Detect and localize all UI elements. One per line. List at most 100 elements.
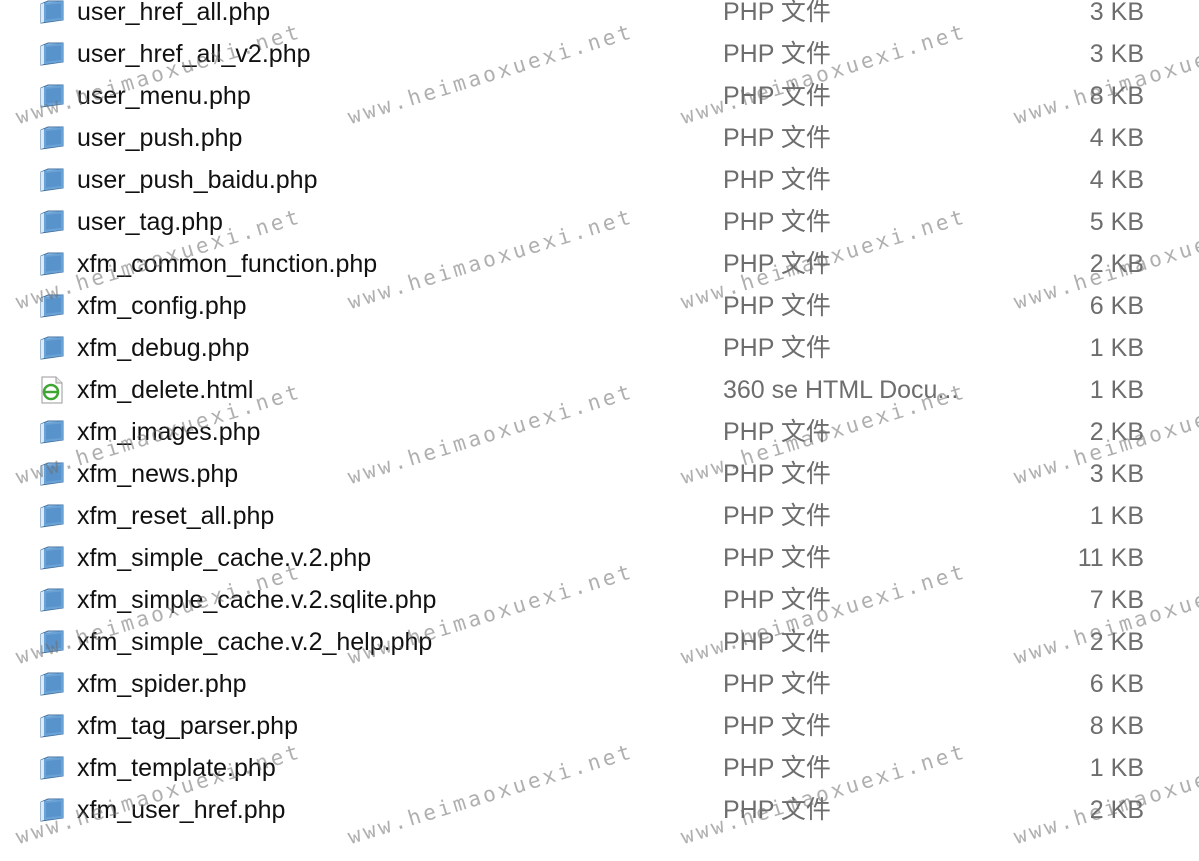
file-name: user_href_all_v2.php	[77, 40, 311, 68]
file-row[interactable]: user_menu.php PHP 文件 8 KB	[0, 75, 1199, 117]
file-type: PHP 文件	[723, 754, 831, 782]
file-size: 1 KB	[1089, 502, 1144, 530]
php-file-icon	[38, 126, 66, 150]
file-name: xfm_tag_parser.php	[77, 712, 298, 740]
file-row[interactable]: xfm_config.php PHP 文件 6 KB	[0, 285, 1199, 327]
file-row[interactable]: xfm_spider.php PHP 文件 6 KB	[0, 663, 1199, 705]
file-size: 6 KB	[1089, 292, 1144, 320]
php-file-icon	[38, 0, 66, 24]
file-row[interactable]: user_push.php PHP 文件 4 KB	[0, 117, 1199, 159]
file-name: xfm_simple_cache.v.2_help.php	[77, 628, 433, 656]
file-size: 8 KB	[1089, 712, 1144, 740]
file-name: xfm_user_href.php	[77, 796, 286, 824]
file-name: xfm_common_function.php	[77, 250, 378, 278]
php-file-icon	[38, 210, 66, 234]
file-name: xfm_simple_cache.v.2.php	[77, 544, 372, 572]
file-type: PHP 文件	[723, 292, 831, 320]
file-name: user_push_baidu.php	[77, 166, 318, 194]
file-name: xfm_images.php	[77, 418, 261, 446]
file-name: xfm_template.php	[77, 754, 276, 782]
file-size: 2 KB	[1089, 418, 1144, 446]
file-row[interactable]: xfm_template.php PHP 文件 1 KB	[0, 747, 1199, 789]
php-file-icon	[38, 252, 66, 276]
file-size: 1 KB	[1089, 376, 1144, 404]
file-row[interactable]: user_push_baidu.php PHP 文件 4 KB	[0, 159, 1199, 201]
file-row[interactable]: user_tag.php PHP 文件 5 KB	[0, 201, 1199, 243]
file-size: 2 KB	[1089, 796, 1144, 824]
file-row[interactable]: xfm_user_href.php PHP 文件 2 KB	[0, 789, 1199, 831]
file-type: PHP 文件	[723, 502, 831, 530]
file-name: xfm_news.php	[77, 460, 239, 488]
file-name: xfm_spider.php	[77, 670, 247, 698]
file-size: 2 KB	[1089, 628, 1144, 656]
file-size: 3 KB	[1089, 0, 1144, 26]
php-file-icon	[38, 336, 66, 360]
file-size: 1 KB	[1089, 334, 1144, 362]
file-type: PHP 文件	[723, 334, 831, 362]
file-size: 3 KB	[1089, 40, 1144, 68]
php-file-icon	[38, 588, 66, 612]
file-name: user_href_all.php	[77, 0, 271, 26]
file-name: user_push.php	[77, 124, 243, 152]
file-type: PHP 文件	[723, 208, 831, 236]
html-file-icon	[38, 376, 66, 404]
file-type: PHP 文件	[723, 124, 831, 152]
file-type: PHP 文件	[723, 250, 831, 278]
file-row[interactable]: user_href_all.php PHP 文件 3 KB	[0, 0, 1199, 33]
file-size: 4 KB	[1089, 166, 1144, 194]
file-size: 7 KB	[1089, 586, 1144, 614]
file-row[interactable]: user_href_all_v2.php PHP 文件 3 KB	[0, 33, 1199, 75]
file-row[interactable]: xfm_news.php PHP 文件 3 KB	[0, 453, 1199, 495]
file-type: PHP 文件	[723, 0, 831, 26]
file-type: PHP 文件	[723, 460, 831, 488]
file-name: user_tag.php	[77, 208, 223, 236]
file-row[interactable]: xfm_simple_cache.v.2.sqlite.php PHP 文件 7 K…	[0, 579, 1199, 621]
php-file-icon	[38, 462, 66, 486]
file-size: 4 KB	[1089, 124, 1144, 152]
file-type: PHP 文件	[723, 796, 831, 824]
file-size: 2 KB	[1089, 250, 1144, 278]
file-type: PHP 文件	[723, 586, 831, 614]
php-file-icon	[38, 546, 66, 570]
file-type: PHP 文件	[723, 40, 831, 68]
php-file-icon	[38, 756, 66, 780]
file-size: 11 KB	[1077, 544, 1144, 572]
file-row[interactable]: xfm_simple_cache.v.2_help.php PHP 文件 2 KB	[0, 621, 1199, 663]
php-file-icon	[38, 168, 66, 192]
file-list: user_href_all.php PHP 文件 3 KB user_href_all…	[0, 0, 1199, 831]
file-type: 360 se HTML Docu...	[723, 376, 959, 404]
file-name: xfm_debug.php	[77, 334, 250, 362]
file-type: PHP 文件	[723, 82, 831, 110]
file-name: xfm_simple_cache.v.2.sqlite.php	[77, 586, 437, 614]
file-row[interactable]: xfm_debug.php PHP 文件 1 KB	[0, 327, 1199, 369]
file-type: PHP 文件	[723, 418, 831, 446]
php-file-icon	[38, 672, 66, 696]
file-row[interactable]: xfm_delete.html 360 se HTML Docu... 1 KB	[0, 369, 1199, 411]
file-row[interactable]: xfm_simple_cache.v.2.php PHP 文件 11 KB	[0, 537, 1199, 579]
php-file-icon	[38, 798, 66, 822]
file-size: 6 KB	[1089, 670, 1144, 698]
file-name: user_menu.php	[77, 82, 251, 110]
php-file-icon	[38, 714, 66, 738]
php-file-icon	[38, 42, 66, 66]
file-size: 1 KB	[1089, 754, 1144, 782]
file-type: PHP 文件	[723, 544, 831, 572]
file-type: PHP 文件	[723, 166, 831, 194]
file-name: xfm_config.php	[77, 292, 247, 320]
php-file-icon	[38, 630, 66, 654]
file-size: 5 KB	[1089, 208, 1144, 236]
file-size: 3 KB	[1089, 460, 1144, 488]
file-type: PHP 文件	[723, 712, 831, 740]
file-name: xfm_delete.html	[77, 376, 254, 404]
file-type: PHP 文件	[723, 628, 831, 656]
php-file-icon	[38, 84, 66, 108]
file-name: xfm_reset_all.php	[77, 502, 275, 530]
file-type: PHP 文件	[723, 670, 831, 698]
php-file-icon	[38, 504, 66, 528]
file-row[interactable]: xfm_tag_parser.php PHP 文件 8 KB	[0, 705, 1199, 747]
file-row[interactable]: xfm_reset_all.php PHP 文件 1 KB	[0, 495, 1199, 537]
php-file-icon	[38, 294, 66, 318]
file-row[interactable]: xfm_images.php PHP 文件 2 KB	[0, 411, 1199, 453]
php-file-icon	[38, 420, 66, 444]
file-row[interactable]: xfm_common_function.php PHP 文件 2 KB	[0, 243, 1199, 285]
